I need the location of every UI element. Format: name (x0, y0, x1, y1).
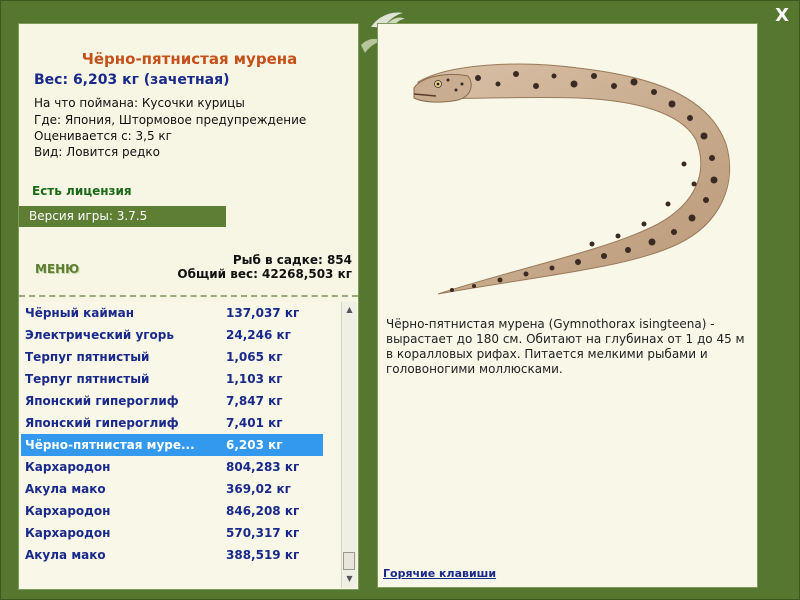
catch-fish-name: Японский гипероглиф (25, 394, 179, 408)
catch-fish-weight: 388,519 кг (226, 548, 300, 562)
rated-info: Оценивается с: 3,5 кг (34, 129, 172, 143)
catch-list[interactable]: Чёрный кайман 137,037 кг Электрический уго… (21, 302, 339, 588)
catch-fish-weight: 804,283 кг (226, 460, 300, 474)
catch-list-row[interactable]: Чёрно-пятнистая муре... 6,203 кг (21, 434, 323, 456)
fish-count: Рыб в садке: 854 (232, 253, 352, 267)
catch-fish-name: Терпуг пятнистый (25, 372, 150, 386)
catch-list-row[interactable]: Японский гипероглиф 7,847 кг (21, 390, 323, 412)
catch-fish-name: Чёрно-пятнистая муре... (25, 438, 195, 452)
catch-fish-weight: 1,103 кг (226, 372, 283, 386)
catch-fish-name: Кархародон (25, 460, 111, 474)
catch-fish-name: Акула мако (25, 482, 106, 496)
catch-fish-weight: 24,246 кг (226, 328, 291, 342)
divider (19, 295, 358, 297)
scroll-thumb[interactable] (343, 552, 355, 570)
catch-fish-name: Терпуг пятнистый (25, 350, 150, 364)
catch-list-row[interactable]: Чёрный кайман 137,037 кг (21, 302, 323, 324)
version-bar: Версия игры: 3.7.5 (19, 206, 226, 227)
fish-description: Чёрно-пятнистая мурена (Gymnothorax isin… (386, 317, 745, 376)
stats-block: Рыб в садке: 854 Общий вес: 42268,503 кг (177, 253, 352, 281)
close-button[interactable]: X (775, 5, 789, 27)
fish-title: Чёрно-пятнистая мурена (81, 50, 298, 68)
catch-fish-weight: 369,02 кг (226, 482, 291, 496)
place-info: Где: Япония, Штормовое предупреждение (34, 113, 307, 127)
catch-fish-weight: 570,317 кг (226, 526, 300, 540)
menu-button[interactable]: МЕНЮ (35, 262, 79, 276)
catch-fish-name: Электрический угорь (25, 328, 174, 342)
scroll-down-icon[interactable]: ▼ (342, 571, 357, 587)
catch-fish-name: Акула мако (25, 548, 106, 562)
catch-info-panel: Чёрно-пятнистая мурена Вес: 6,203 кг (за… (18, 23, 359, 590)
catch-list-row[interactable]: Акула мако 388,519 кг (21, 544, 323, 566)
total-weight: Общий вес: 42268,503 кг (177, 267, 352, 281)
catch-fish-name: Японский гипероглиф (25, 416, 179, 430)
fish-detail-panel: Чёрно-пятнистая мурена (Gymnothorax isin… (377, 23, 758, 588)
fish-weight: Вес: 6,203 кг (зачетная) (34, 72, 230, 88)
catch-list-row[interactable]: Акула мако 369,02 кг (21, 478, 323, 500)
window-frame: X Чёрно-пятнистая мурена Вес: 6,203 кг (… (0, 0, 800, 600)
bait-info: На что поймана: Кусочки курицы (34, 96, 245, 110)
catch-list-row[interactable]: Японский гипероглиф 7,401 кг (21, 412, 323, 434)
catch-list-row[interactable]: Терпуг пятнистый 1,103 кг (21, 368, 323, 390)
catch-fish-weight: 137,037 кг (226, 306, 300, 320)
moray-eel-image (413, 63, 731, 295)
catch-fish-name: Кархародон (25, 526, 111, 540)
kind-info: Вид: Ловится редко (34, 145, 160, 159)
catch-fish-weight: 7,847 кг (226, 394, 283, 408)
scrollbar[interactable]: ▲ ▼ (341, 302, 357, 588)
catch-fish-weight: 7,401 кг (226, 416, 283, 430)
catch-list-row[interactable]: Кархародон 570,317 кг (21, 522, 323, 544)
catch-fish-weight: 6,203 кг (226, 438, 283, 452)
catch-list-row[interactable]: Терпуг пятнистый 1,065 кг (21, 346, 323, 368)
catch-fish-weight: 1,065 кг (226, 350, 283, 364)
catch-list-row[interactable]: Кархародон 804,283 кг (21, 456, 323, 478)
scroll-up-icon[interactable]: ▲ (342, 302, 357, 318)
catch-fish-name: Чёрный кайман (25, 306, 135, 320)
catch-list-row[interactable]: Электрический угорь 24,246 кг (21, 324, 323, 346)
license-status: Есть лицензия (32, 184, 132, 198)
catch-fish-name: Кархародон (25, 504, 111, 518)
catch-fish-weight: 846,208 кг (226, 504, 300, 518)
catch-list-row[interactable]: Кархародон 846,208 кг (21, 500, 323, 522)
hotkeys-link[interactable]: Горячие клавиши (383, 567, 496, 580)
